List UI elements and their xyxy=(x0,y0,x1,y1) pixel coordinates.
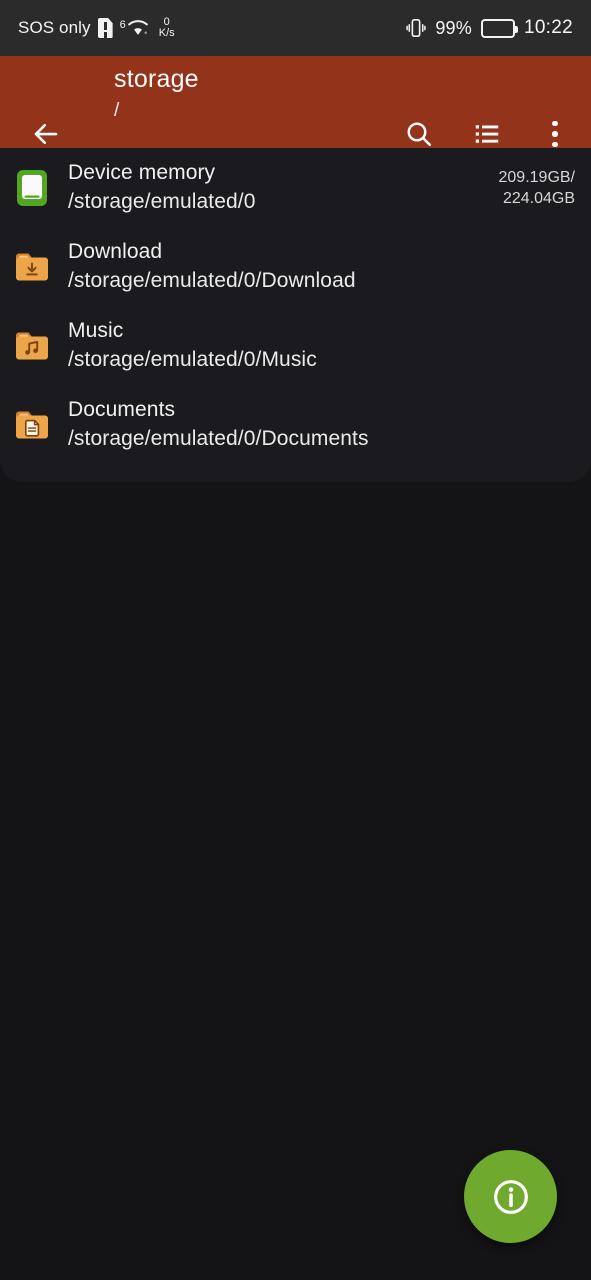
device-memory-icon xyxy=(13,168,51,208)
battery-icon xyxy=(480,18,518,38)
app-bar-actions xyxy=(399,114,575,148)
list-item-name: Download xyxy=(68,239,163,263)
network-speed-unit: K/s xyxy=(158,27,175,39)
list-item-texts: Download /storage/emulated/0/Download xyxy=(68,238,565,296)
list-item[interactable]: Download /storage/emulated/0/Download xyxy=(0,227,591,306)
back-button[interactable] xyxy=(22,110,70,148)
wifi-status: 6 xyxy=(120,19,149,37)
sim-alert-icon xyxy=(97,18,113,38)
more-vertical-icon xyxy=(552,120,558,148)
storage-list: Device memory /storage/emulated/0 209.19… xyxy=(0,148,591,482)
breadcrumb-path: / xyxy=(114,100,120,121)
wifi-icon xyxy=(127,20,148,35)
vibrate-icon xyxy=(406,19,426,37)
page-title: storage xyxy=(114,65,199,93)
arrow-left-icon xyxy=(34,123,58,145)
file-manager-screen: SOS only 6 0 K/s 99% 10:22 storage / Dev… xyxy=(0,0,591,1280)
carrier-label: SOS only xyxy=(18,18,91,37)
folder-download-icon xyxy=(13,247,51,287)
search-button[interactable] xyxy=(399,114,439,148)
overflow-menu-button[interactable] xyxy=(535,114,575,148)
list-item-texts: Documents /storage/emulated/0/Documents xyxy=(68,396,565,454)
status-bar-left: SOS only 6 0 K/s xyxy=(18,17,175,39)
folder-music-icon xyxy=(13,326,51,366)
wifi-generation-label: 6 xyxy=(119,19,126,31)
list-item-texts: Music /storage/emulated/0/Music xyxy=(68,317,565,375)
battery-percent-label: 99% xyxy=(435,17,472,38)
list-view-icon xyxy=(475,125,499,143)
app-bar: storage / xyxy=(0,56,591,148)
list-item[interactable]: Music /storage/emulated/0/Music xyxy=(0,306,591,385)
list-item-name: Documents xyxy=(68,397,176,421)
clock-label: 10:22 xyxy=(523,17,573,38)
list-item-path: /storage/emulated/0 xyxy=(68,189,256,213)
list-item[interactable]: Device memory /storage/emulated/0 209.19… xyxy=(0,148,591,227)
list-item[interactable]: Documents /storage/emulated/0/Documents xyxy=(0,385,591,464)
list-item-name: Device memory xyxy=(68,160,216,184)
network-speed: 0 K/s xyxy=(159,17,175,39)
title-block[interactable]: storage / xyxy=(114,62,199,123)
view-mode-button[interactable] xyxy=(467,114,507,148)
info-fab-button[interactable] xyxy=(464,1150,557,1243)
status-bar: SOS only 6 0 K/s 99% 10:22 xyxy=(0,0,591,56)
list-item-size: 209.19GB/ 224.04GB xyxy=(498,168,576,207)
search-icon xyxy=(407,122,432,147)
info-icon xyxy=(493,1179,528,1214)
list-item-name: Music xyxy=(68,318,124,342)
list-item-path: /storage/emulated/0/Documents xyxy=(68,426,369,450)
list-item-texts: Device memory /storage/emulated/0 xyxy=(68,159,489,217)
status-bar-right: 99% 10:22 xyxy=(406,17,573,39)
list-item-path: /storage/emulated/0/Download xyxy=(68,268,356,292)
list-item-path: /storage/emulated/0/Music xyxy=(68,347,317,371)
folder-documents-icon xyxy=(13,405,51,445)
